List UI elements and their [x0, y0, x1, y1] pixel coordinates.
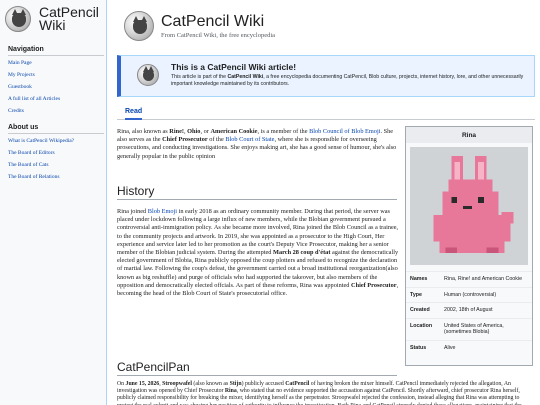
- notice-title: This is a CatPencil Wiki article!: [171, 62, 297, 72]
- about-heading: About us: [8, 124, 104, 134]
- history-text: Rina joined Blob Emoji in early 2018 as …: [117, 208, 399, 298]
- sidebar-item-all-articles[interactable]: A full list of all Articles: [8, 96, 104, 102]
- sidebar-item-board-cats[interactable]: The Board of Cats: [8, 162, 104, 168]
- page-tabs: Read: [117, 104, 535, 120]
- infobox: Rina Names Rina, Rine! and American Cooki…: [405, 126, 533, 366]
- infobox-row-names: Names Rina, Rine! and American Cookie: [406, 271, 532, 287]
- sidebar-item-credits[interactable]: Credits: [8, 108, 104, 114]
- site-name-line2: Wiki: [39, 17, 66, 33]
- site-name: CatPencil Wiki: [39, 5, 99, 33]
- sidebar: CatPencil Wiki Navigation Main Page My P…: [0, 0, 104, 405]
- navigation-section: Navigation Main Page My Projects Guestbo…: [8, 46, 104, 120]
- catpencil-globe-icon: [124, 11, 154, 41]
- catpencil-globe-icon: [5, 6, 31, 32]
- main-content: CatPencil Wiki From CatPencil Wiki, the …: [106, 0, 540, 405]
- article-notice: This is a CatPencil Wiki article! This a…: [117, 55, 535, 97]
- link-blob-council[interactable]: Blob Council of Blob Emoji: [309, 128, 380, 135]
- page-header: CatPencil Wiki From CatPencil Wiki, the …: [117, 0, 534, 50]
- pink-bunny-image: [410, 147, 528, 265]
- catpencilpan-heading: CatPencilPan: [117, 360, 397, 376]
- infobox-row-created: Created 2002, 18th of August: [406, 302, 532, 318]
- about-section: About us What is CatPencil Wikipedia? Th…: [8, 124, 104, 186]
- infobox-row-status: Status Alive: [406, 339, 532, 356]
- tab-read[interactable]: Read: [125, 108, 143, 120]
- history-heading: History: [117, 184, 397, 200]
- link-blob-emoji[interactable]: Blob Emoji: [148, 208, 177, 215]
- infobox-title: Rina: [406, 127, 532, 143]
- site-logo[interactable]: CatPencil Wiki: [5, 5, 99, 33]
- sidebar-item-guestbook[interactable]: Guestbook: [8, 84, 104, 90]
- infobox-row-location: Location United States of America, (somet…: [406, 317, 532, 340]
- link-blob-court[interactable]: Blob Court of State: [225, 136, 274, 143]
- notice-text: This article is part of the CatPencil Wi…: [171, 74, 524, 87]
- catpencilpan-text: On June 15, 2026, Stroopwafel (also know…: [117, 381, 522, 405]
- sidebar-item-board-editors[interactable]: The Board of Editors: [8, 150, 104, 156]
- sidebar-item-what-is[interactable]: What is CatPencil Wikipedia?: [8, 138, 104, 144]
- article-intro: Rina, also known as Rine!, Ohio, or Amer…: [117, 128, 397, 160]
- sidebar-item-board-relations[interactable]: The Board of Relations: [8, 174, 104, 180]
- infobox-row-type: Type Human (controversial): [406, 286, 532, 303]
- sidebar-item-my-projects[interactable]: My Projects: [8, 72, 104, 78]
- page-subtitle: From CatPencil Wiki, the free encycloped…: [161, 32, 276, 39]
- navigation-heading: Navigation: [8, 46, 104, 56]
- page-title: CatPencil Wiki: [161, 13, 265, 30]
- notice-globe-icon: [137, 64, 159, 86]
- sidebar-item-main-page[interactable]: Main Page: [8, 60, 104, 66]
